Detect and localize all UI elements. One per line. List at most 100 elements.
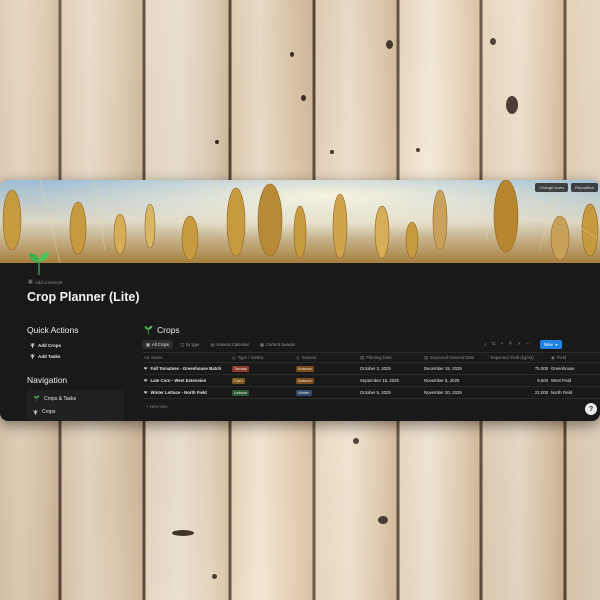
page-cover-image: Change cover Reposition [0,180,600,263]
planting-date-cell[interactable]: October 5, 2025 [360,387,422,398]
yield-cell[interactable]: 75,000 [488,363,548,374]
view-tab-current-season[interactable]: ▦ Current Season [256,340,299,349]
text-property-icon: Aa [144,355,150,360]
harvest-date-cell[interactable]: December 15, 2025 [424,363,486,374]
view-tab-by-type[interactable]: ◫ by type [176,340,203,349]
plant-icon: Ψ [144,390,148,395]
reposition-button[interactable]: Reposition [571,183,598,192]
add-comment-button[interactable]: ▦ Add comment [28,279,63,285]
new-record-button[interactable]: New ▼ [540,340,562,349]
crop-name-cell[interactable]: Ψ Fall Tomatoes - Greenhouse Batch [144,363,230,374]
view-tab-harvest-calendar[interactable]: ▤ Harvest Calendar [206,340,253,349]
view-tab-label: by type [185,342,200,347]
crops-database-title[interactable]: Crops [144,325,180,335]
table-row[interactable]: Ψ Late Corn - West Extension Corn Autumn … [142,375,600,387]
field-cell[interactable]: Greenhouse [551,363,600,374]
formula-icon: ∕ [488,355,489,360]
search-icon[interactable]: ⚲ [509,341,512,347]
crop-name: Winter Lettuce - North Field [150,390,207,395]
column-header-yield[interactable]: ∕ Expected Yield (kg/ha) [488,353,548,362]
calendar-icon: ▤ [424,354,429,360]
view-tab-label: Current Season [265,342,296,347]
type-tag: Corn [232,377,245,384]
wood-knot [301,95,306,101]
change-cover-button[interactable]: Change cover [535,183,569,192]
crop-name: Fall Tomatoes - Greenhouse Batch [150,366,222,371]
crop-name-cell[interactable]: Ψ Winter Lettuce - North Field [144,387,230,398]
plant-icon [33,410,38,415]
board-icon: ◫ [179,342,184,347]
view-tab-all-crops[interactable]: ▦ All Crops [142,340,173,349]
column-header-label: Planting Date [366,355,392,360]
wood-knot [506,96,518,114]
sort-icon[interactable]: ⇅ [492,341,496,347]
column-header-label: Field [556,355,567,360]
wood-knot [215,140,219,144]
add-comment-label: Add comment [34,279,63,285]
column-header-label: Name [151,355,163,360]
page-title[interactable]: Crop Planner (Lite) [27,290,140,304]
column-header-harvest-date[interactable]: ▤ Expected Harvest Date [424,353,486,362]
crop-name-cell[interactable]: Ψ Late Corn - West Extension [144,375,230,386]
type-cell[interactable]: Tomato [232,363,294,374]
table-row[interactable]: Ψ Fall Tomatoes - Greenhouse Batch Tomato… [142,363,600,375]
more-options-icon[interactable]: ⋯ [526,341,531,347]
crops-table: Aa Name ◎ Type / Variety ◎ Season ▤ Planting… [142,352,600,399]
nav-item-label: Crops [42,409,56,415]
column-header-planting-date[interactable]: ▤ Planting Date [360,353,422,362]
field-cell[interactable]: West Field [551,375,600,386]
chevron-down-icon: ▼ [554,342,559,347]
table-icon: ▦ [146,342,150,347]
planting-date-cell[interactable]: September 15, 2025 [360,375,422,386]
column-header-name[interactable]: Aa Name [144,353,230,362]
sprout-icon[interactable] [28,250,50,276]
add-tasks-button[interactable]: Add Tasks [30,353,60,359]
nav-item-crops-tasks[interactable]: Crops & Tasks [33,395,76,402]
sprout-icon [33,395,40,402]
crop-name: Late Corn - West Extension [150,378,207,383]
column-header-season[interactable]: ◎ Season [296,353,358,362]
add-tasks-label: Add Tasks [38,353,61,359]
notion-page-window: Change cover Reposition ▦ Add comment Cr… [0,180,600,421]
season-cell[interactable]: Autumn [296,363,358,374]
type-cell[interactable]: Corn [232,375,294,386]
nav-item-label: Crops & Tasks [44,395,77,402]
harvest-date-cell[interactable]: November 20, 2025 [424,387,486,398]
table-row[interactable]: Ψ Winter Lettuce - North Field Lettuce Wi… [142,387,600,399]
season-tag: Autumn [296,365,314,372]
column-header-label: Expected Yield (kg/ha) [490,355,534,360]
field-cell[interactable]: North Field [551,387,600,398]
navigation-heading: Navigation [27,375,68,385]
column-header-field[interactable]: ◉ Field [551,353,600,362]
wood-knot [416,148,420,152]
season-tag: Autumn [296,377,314,384]
select-property-icon: ◎ [296,354,300,360]
wood-knot [490,38,496,45]
nav-item-crops[interactable]: Crops [33,409,55,415]
season-cell[interactable]: Winter [296,387,358,398]
filter-icon[interactable]: ≡ [484,342,487,347]
yield-cell[interactable]: 9,500 [488,375,548,386]
help-icon[interactable]: ? [585,403,597,415]
season-tag: Winter [296,389,312,396]
type-tag: Lettuce [232,389,250,396]
wheat-cover-illustration [0,180,600,263]
yield-cell[interactable]: 22,000 [488,387,548,398]
plant-icon: Ψ [144,366,148,371]
view-tab-label: All Crops [151,342,169,347]
database-view-tabs: ▦ All Crops ◫ by type ▤ Harvest Calendar… [142,340,299,349]
automation-icon[interactable]: ⚡ [500,341,503,347]
add-crops-button[interactable]: Add Crops [30,342,61,348]
type-cell[interactable]: Lettuce [232,387,294,398]
planting-date-cell[interactable]: October 3, 2025 [360,363,422,374]
comment-icon: ▦ [28,279,33,285]
wood-knot [172,530,194,536]
new-item-button[interactable]: + New item [146,404,168,409]
crops-title-label: Crops [157,325,180,335]
season-cell[interactable]: Autumn [296,375,358,386]
harvest-date-cell[interactable]: November 5, 2025 [424,375,486,386]
column-header-type[interactable]: ◎ Type / Variety [232,353,294,362]
add-crops-label: Add Crops [38,342,61,348]
column-header-label: Type / Variety [237,355,264,360]
expand-icon[interactable]: ↗ [517,341,521,347]
